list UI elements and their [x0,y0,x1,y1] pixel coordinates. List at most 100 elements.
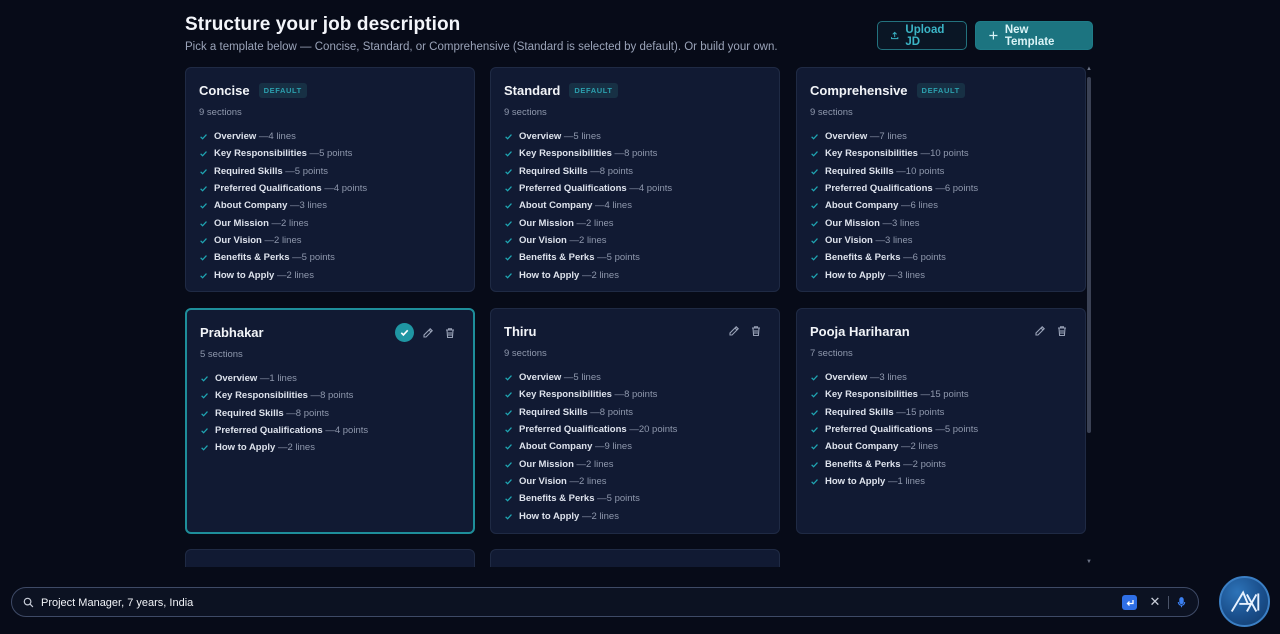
check-icon [505,479,512,485]
template-card[interactable]: Concise DEFAULT 9 sections Overview — 4 lin… [185,67,475,292]
scroll-thumb[interactable] [1087,77,1091,433]
section-separator: — [566,475,580,487]
check-icon [811,427,818,433]
delete-button[interactable] [441,324,459,342]
check-icon [811,151,818,158]
section-item: Key Responsibilities — 5 points [199,145,367,162]
section-name: Preferred Qualifications [214,183,322,195]
check-icon [505,375,512,381]
section-item: Our Vision — 2 lines [504,473,677,490]
section-item: Our Vision — 2 lines [199,232,367,249]
delete-button[interactable] [1053,322,1071,340]
check-icon [811,238,818,244]
section-separator: — [561,131,574,143]
section-name: Required Skills [215,407,284,419]
check-icon [505,444,512,450]
pencil-icon [423,566,435,567]
edit-button[interactable] [1031,322,1049,340]
section-separator: — [282,165,295,177]
edit-button[interactable] [725,322,743,340]
section-item: About Company — 6 lines [810,197,978,214]
check-icon [505,203,512,209]
section-name: Overview [825,372,868,384]
section-name: Overview [519,131,562,143]
delete-button[interactable] [747,322,765,340]
section-item: Overview — 3 lines [810,369,978,386]
check-icon [201,410,208,417]
section-name: Required Skills [519,165,588,177]
clear-button[interactable]: ✕ [1148,593,1162,611]
section-separator: — [573,458,587,470]
check-icon [505,168,512,175]
section-count: 9 sections [810,107,853,118]
section-detail: 5 lines [573,372,601,384]
edit-button[interactable] [419,324,437,342]
section-separator: — [885,269,898,281]
scrollbar[interactable]: ▲ ▼ [1085,66,1093,567]
section-list: Overview — 7 lines Key Responsibilities —… [810,128,978,284]
section-name: Required Skills [519,406,588,418]
template-card[interactable]: Standard DEFAULT 9 sections Overview — 5 li… [490,67,780,292]
section-item: How to Apply — 2 lines [200,439,368,456]
section-item: About Company — 4 lines [504,197,672,214]
scroll-down-icon[interactable]: ▼ [1085,559,1093,565]
edit-button[interactable] [420,563,438,567]
section-count: 5 sections [200,349,243,360]
section-detail: 7 lines [879,131,907,143]
section-detail: 3 lines [892,217,920,229]
section-item: Benefits & Perks — 2 points [810,455,978,472]
section-separator: — [900,458,913,470]
ai-assistant-button[interactable] [1219,576,1270,627]
section-detail: 10 points [905,165,945,177]
section-separator: — [898,200,911,212]
section-item: Preferred Qualifications — 4 points [200,422,368,439]
section-separator: — [900,252,913,264]
template-card[interactable]: Thiru 9 sections Overview — 5 lines Key Res… [490,308,780,534]
delete-button[interactable] [747,563,765,567]
section-item: Required Skills — 8 points [504,404,677,421]
template-card[interactable] [490,549,780,567]
card-title-row: Comprehensive DEFAULT [810,83,965,98]
check-icon [505,392,512,399]
section-item: About Company — 3 lines [199,197,367,214]
section-item: How to Apply — 2 lines [199,266,367,283]
edit-button[interactable] [725,563,743,567]
upload-jd-button[interactable]: Upload JD [877,21,967,50]
section-name: About Company [214,200,288,212]
check-icon [505,186,512,192]
template-card[interactable]: Comprehensive DEFAULT 9 sections Overview —… [796,67,1086,292]
template-grid: Concise DEFAULT 9 sections Overview — 4 lin… [185,67,1090,567]
section-item: Key Responsibilities — 10 points [810,145,978,162]
template-card[interactable]: Pooja Hariharan 7 sections Overview — 3 li… [796,308,1086,534]
section-separator: — [306,148,320,160]
template-card[interactable]: Prabhakar 5 sections Overview — 1 lines Key… [185,308,475,534]
card-actions [420,563,460,567]
section-item: Key Responsibilities — 8 points [200,387,368,404]
microphone-button[interactable] [1175,595,1187,609]
search-input[interactable] [41,593,1101,612]
scroll-up-icon[interactable]: ▲ [1085,66,1093,72]
section-separator: — [579,510,592,522]
section-name: Benefits & Perks [214,252,290,264]
section-detail: 2 lines [274,234,302,246]
section-item: Benefits & Perks — 5 points [504,490,677,507]
section-detail: 4 points [334,425,369,437]
section-count: 9 sections [199,107,242,118]
new-template-button[interactable]: New Template [975,21,1093,50]
section-item: Overview — 1 lines [200,370,368,387]
check-icon [200,255,207,261]
trash-icon [752,326,760,337]
header-actions: Upload JD New Template [877,21,1093,50]
section-detail: 2 lines [586,217,614,229]
section-separator: — [611,389,625,401]
section-detail: 6 points [944,183,979,195]
section-detail: 5 points [294,165,329,177]
template-card[interactable] [185,549,475,567]
card-actions [1031,322,1071,340]
submit-button[interactable] [1122,595,1137,610]
card-title-row: Thiru [504,324,537,339]
section-detail: 1 lines [269,373,297,385]
section-name: Preferred Qualifications [519,183,627,195]
delete-button[interactable] [442,563,460,567]
section-name: Overview [214,131,257,143]
